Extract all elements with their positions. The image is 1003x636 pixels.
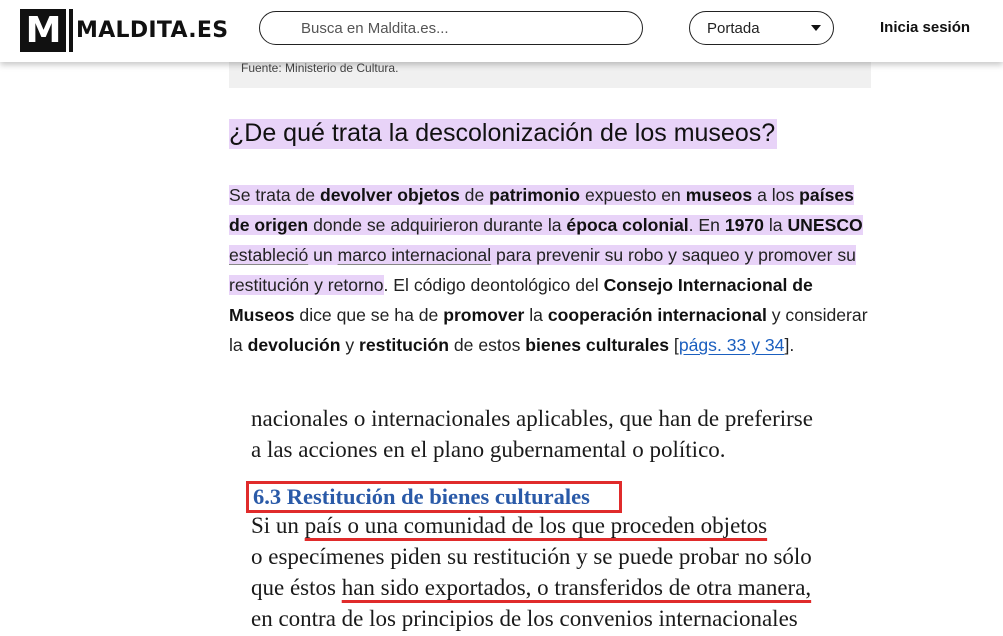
text: ]. (784, 335, 795, 355)
underlined-text: marco internacional (337, 245, 492, 265)
text: y (340, 335, 360, 355)
bold-text: cooperación internacional (547, 305, 767, 325)
bold-text: devolución (247, 335, 341, 355)
doc-line: que éstos han sido exportados, o transfe… (251, 575, 811, 601)
section-select[interactable]: Portada (689, 11, 834, 45)
text: . En (688, 215, 725, 235)
section-heading: ¿De qué trata la descolonización de los … (229, 115, 778, 151)
image-source: Fuente: Ministerio de Cultura. (241, 61, 399, 75)
doc-line: en contra de los principios de los conve… (251, 606, 798, 631)
site-logo[interactable]: M MALDITA.ES (20, 9, 228, 52)
text: Si un (251, 513, 305, 538)
login-link[interactable]: Inicia sesión (880, 19, 970, 36)
doc-section-title-boxed: 6.3 Restitución de bienes culturales (246, 481, 622, 513)
doc-line: o especímenes piden su restitución y se … (251, 544, 812, 569)
doc-line: Si un país o una comunidad de los que pr… (251, 513, 767, 539)
search-input[interactable] (259, 11, 643, 45)
text: a los (752, 185, 800, 205)
document-excerpt-image: nacionales o internacionales aplicables,… (229, 398, 871, 636)
logo-text: MALDITA.ES (76, 18, 229, 43)
source-link[interactable]: págs. 33 y 34 (679, 335, 785, 355)
underlined-text: estableció (229, 245, 309, 265)
text: expuesto en (580, 185, 686, 205)
bold-text: promover (443, 305, 525, 325)
site-header: M MALDITA.ES Portada Inicia sesión (0, 0, 1003, 62)
doc-line: a las acciones en el plano gubernamental… (251, 437, 726, 462)
bold-text: época colonial (566, 215, 689, 235)
bold-text: bienes culturales (525, 335, 670, 355)
text: de (459, 185, 490, 205)
bold-text: devolver objetos (319, 185, 460, 205)
article-paragraph: Se trata de devolver objetos de patrimon… (229, 180, 871, 360)
text: [ (669, 335, 679, 355)
text: Se trata de (229, 185, 320, 205)
bold-text: patrimonio (489, 185, 581, 205)
bold-text: UNESCO (787, 215, 863, 235)
bold-text: restitución (359, 335, 449, 355)
text: la (524, 305, 548, 325)
red-underlined-text: han sido exportados, o transferidos de o… (341, 575, 812, 600)
text: un (308, 245, 338, 265)
text: . El código deontológico del (383, 275, 604, 295)
logo-mark: M (20, 9, 66, 52)
text: donde se adquirieron durante la (308, 215, 567, 235)
caret-down-icon (811, 25, 821, 31)
bold-text: museos (685, 185, 753, 205)
section-select-value: Portada (707, 19, 760, 37)
text: de estos (448, 335, 526, 355)
text: que éstos (251, 575, 342, 600)
doc-line: nacionales o internacionales aplicables,… (251, 406, 813, 431)
bold-text: 1970 (724, 215, 764, 235)
section-heading-text: ¿De qué trata la descolonización de los … (229, 119, 778, 149)
logo-bar (69, 9, 73, 52)
text: dice que se ha de (294, 305, 444, 325)
red-underlined-text: país o una comunidad de los que proceden… (304, 513, 768, 538)
text: la (763, 215, 788, 235)
